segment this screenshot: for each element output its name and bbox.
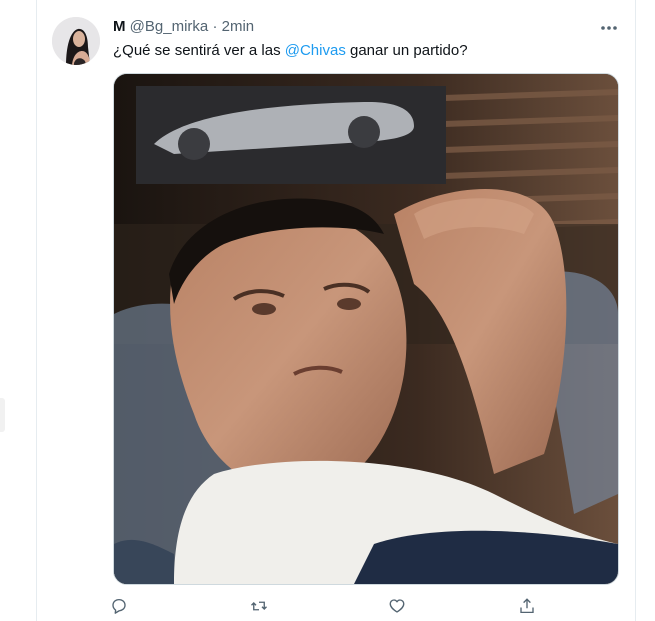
tweet-actions — [108, 595, 558, 617]
handle[interactable]: @Bg_mirka — [130, 18, 209, 35]
reply-icon — [112, 598, 126, 614]
reply-button[interactable] — [108, 595, 130, 617]
heart-icon — [389, 599, 405, 613]
avatar[interactable] — [52, 17, 100, 65]
timestamp[interactable]: 2min — [222, 18, 255, 35]
more-options-button[interactable] — [598, 19, 620, 37]
retweet-button[interactable] — [248, 595, 270, 617]
meta-separator: · — [212, 18, 218, 35]
tweet-media-image[interactable] — [113, 73, 619, 585]
meme-photo — [114, 74, 618, 584]
like-button[interactable] — [386, 595, 408, 617]
side-scroll-marker — [0, 398, 5, 432]
tweet-text-part: ¿Qué se sentirá ver a las — [113, 42, 285, 59]
more-horizontal-icon — [601, 26, 617, 30]
share-button[interactable] — [516, 595, 538, 617]
avatar-image — [52, 17, 100, 65]
tweet-text: ¿Qué se sentirá ver a las @Chivas ganar … — [113, 41, 468, 61]
retweet-icon — [251, 601, 267, 611]
tweet-header: M @Bg_mirka · 2min — [113, 17, 254, 37]
tweet-text-part: ganar un partido? — [345, 42, 468, 59]
share-icon — [520, 598, 534, 614]
mention-link[interactable]: @Chivas — [285, 42, 346, 59]
display-name[interactable]: M — [113, 18, 126, 35]
